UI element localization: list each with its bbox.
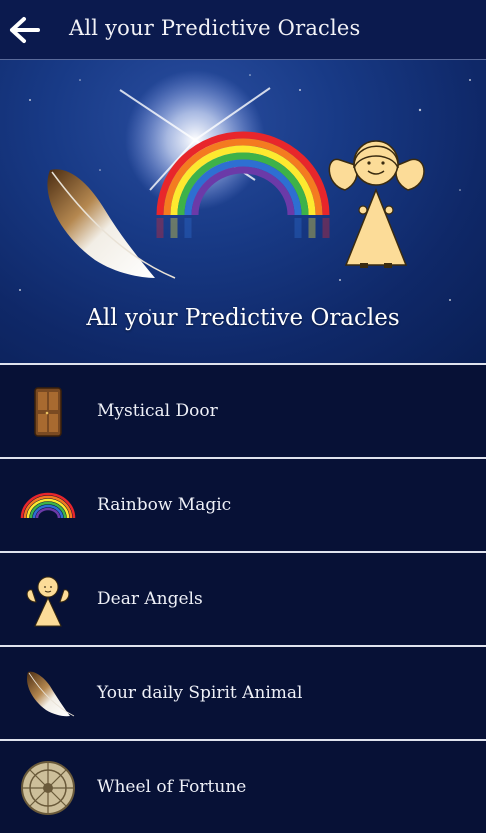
wheel-icon (21, 761, 75, 815)
back-arrow-icon[interactable] (8, 14, 42, 46)
angel (328, 140, 425, 268)
list-item-rainbow-magic[interactable]: Rainbow Magic (0, 457, 486, 551)
hero-banner: All your Predictive Oracles (0, 60, 486, 363)
list-item-spirit-animal[interactable]: Your daily Spirit Animal (0, 645, 486, 739)
oracle-list: Mystical Door Rainbow Magic Dear Angels (0, 363, 486, 833)
list-item-wheel-of-fortune[interactable]: Wheel of Fortune (0, 739, 486, 833)
list-item-label: Your daily Spirit Animal (97, 683, 303, 703)
angel-icon (26, 576, 70, 627)
rainbow-reflection (156, 218, 330, 238)
feather-icon (26, 671, 75, 717)
list-item-label: Dear Angels (97, 589, 203, 609)
page-title: All your Predictive Oracles (69, 16, 361, 40)
hero-caption: All your Predictive Oracles (86, 305, 400, 331)
list-item-label: Mystical Door (97, 401, 218, 421)
app-bar: All your Predictive Oracles (0, 0, 486, 60)
list-item-label: Rainbow Magic (97, 495, 232, 515)
rainbow-icon (20, 492, 76, 519)
list-item-dear-angels[interactable]: Dear Angels (0, 551, 486, 645)
door-icon (34, 387, 62, 437)
list-item-mystical-door[interactable]: Mystical Door (0, 363, 486, 457)
list-item-label: Wheel of Fortune (97, 777, 247, 797)
